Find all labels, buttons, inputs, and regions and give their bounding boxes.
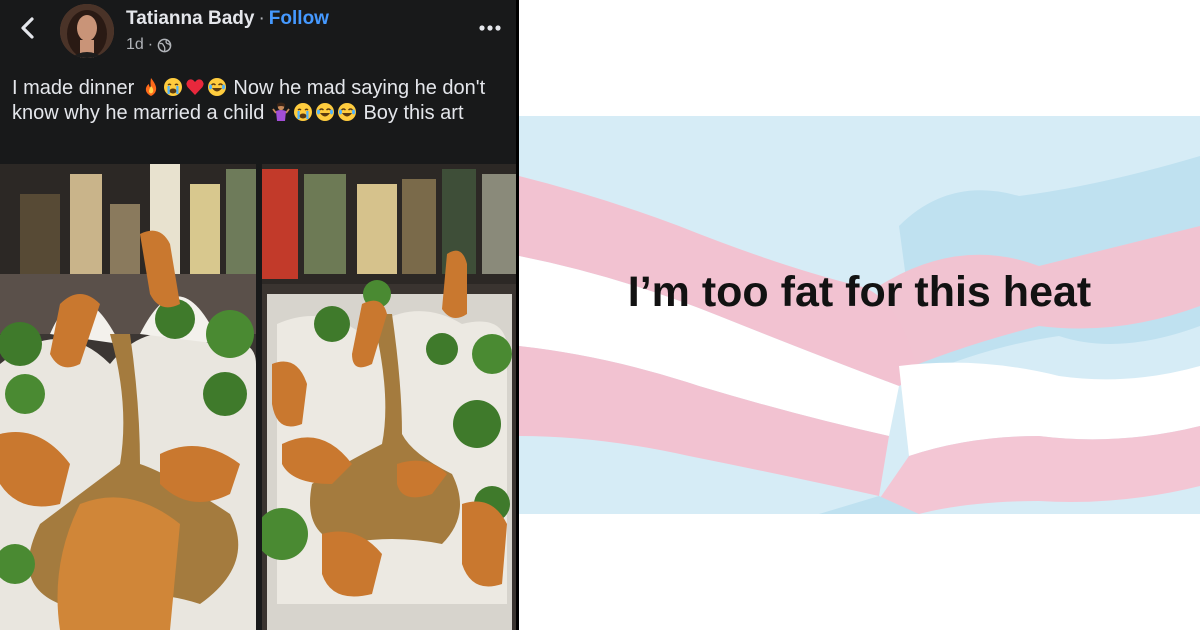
post-photo-2[interactable]: [262, 164, 516, 630]
face-with-tears-of-joy-icon: [207, 78, 226, 96]
face-with-tears-of-joy-icon: [337, 103, 356, 121]
woman-shrugging-icon: [272, 102, 290, 121]
facebook-post: Tatianna Bady · Follow 1d · I made dinner …: [0, 0, 516, 630]
chevron-left-icon[interactable]: [14, 14, 42, 42]
loudly-crying-face-icon: [163, 78, 182, 96]
header-separator: ·: [258, 8, 265, 29]
caption-text-1: I made dinner: [12, 77, 135, 99]
red-heart-icon: [186, 79, 204, 95]
loudly-crying-face-icon: [293, 103, 312, 121]
post-photo-1[interactable]: [0, 164, 256, 630]
post-meta: 1d ·: [126, 36, 172, 54]
post-timestamp[interactable]: 1d: [126, 36, 144, 54]
post-caption: I made dinner Now he mad saying he don't…: [12, 76, 508, 126]
author-name[interactable]: Tatianna Bady: [126, 8, 254, 29]
meta-separator: ·: [147, 36, 154, 53]
avatar[interactable]: [60, 4, 114, 58]
post-header: Tatianna Bady · Follow: [126, 8, 329, 30]
globe-icon: [157, 38, 172, 52]
fire-emoji-icon: [145, 78, 157, 96]
more-options-icon[interactable]: [474, 16, 506, 40]
face-with-tears-of-joy-icon: [315, 103, 334, 121]
follow-button[interactable]: Follow: [269, 8, 329, 29]
meme-caption: I’m too fat for this heat: [627, 268, 1092, 316]
caption-text-3: Boy this art: [363, 102, 464, 124]
